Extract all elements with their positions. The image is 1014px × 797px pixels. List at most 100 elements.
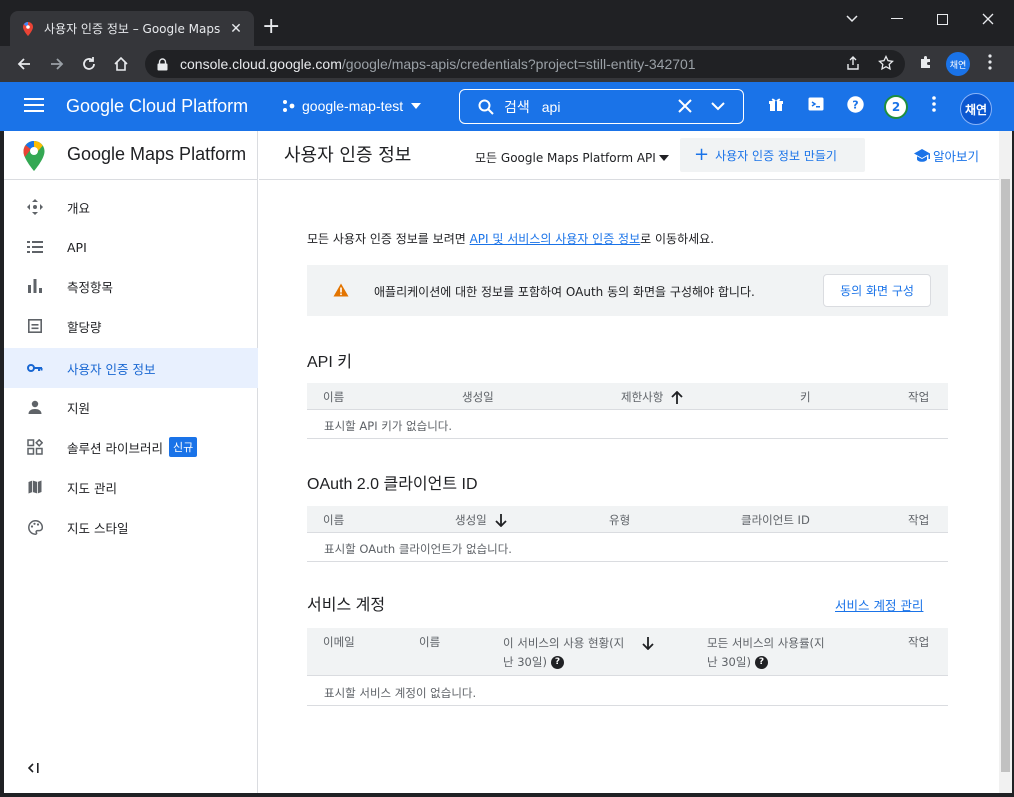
hamburger-menu-icon[interactable] <box>24 97 44 116</box>
service-accounts-title: 서비스 계정 <box>307 597 386 614</box>
page-body: Google Maps Platform 개요 API 측정항목 할당량 사용자… <box>4 131 999 793</box>
warning-icon <box>333 283 349 297</box>
column-header-restrictions[interactable]: 제한사항 <box>621 389 683 405</box>
close-window-button[interactable] <box>968 6 1008 32</box>
api-keys-table-header: 이름 생성일 제한사항 키 작업 <box>307 383 948 410</box>
intro-text: 모든 사용자 인증 정보를 보려면 API 및 서비스의 사용자 인증 정보로 … <box>307 230 714 247</box>
notifications-badge[interactable]: 2 <box>884 95 908 119</box>
oauth-title: OAuth 2.0 클라이언트 ID <box>307 476 478 493</box>
service-accounts-empty-row: 표시할 서비스 계정이 없습니다. <box>307 677 948 706</box>
column-header[interactable]: 이름 <box>323 512 344 528</box>
quota-icon <box>26 317 44 335</box>
column-header[interactable]: 생성일 <box>462 389 494 405</box>
more-options-kebab-icon[interactable] <box>932 96 936 112</box>
back-button[interactable] <box>12 52 36 76</box>
reload-button[interactable] <box>77 52 101 76</box>
sidebar-item-solutions-library[interactable]: 솔루션 라이브러리 신규 <box>4 427 258 467</box>
project-icon <box>282 99 296 113</box>
address-bar[interactable]: console.cloud.google.com/google/maps-api… <box>145 50 905 78</box>
create-credentials-button[interactable]: + 사용자 인증 정보 만들기 <box>680 138 865 172</box>
new-tab-button[interactable]: + <box>262 16 280 38</box>
search-icon <box>478 99 494 115</box>
tab-search-icon[interactable] <box>832 6 872 32</box>
tab-close-icon[interactable]: ✕ <box>228 21 244 37</box>
sidebar: Google Maps Platform 개요 API 측정항목 할당량 사용자… <box>4 131 258 793</box>
forward-button[interactable] <box>45 52 69 76</box>
column-header[interactable]: 이름 <box>419 634 440 650</box>
plus-icon: + <box>694 144 710 165</box>
intro-prefix: 모든 사용자 인증 정보를 보려면 <box>307 232 470 246</box>
column-header[interactable]: 이름 <box>323 389 344 405</box>
sidebar-item-support[interactable]: 지원 <box>4 387 258 427</box>
palette-icon <box>26 518 44 536</box>
sidebar-item-credentials[interactable]: 사용자 인증 정보 <box>4 348 258 388</box>
api-keys-title: API 키 <box>307 354 352 371</box>
page-scrollbar[interactable] <box>999 131 1012 793</box>
learn-more-link[interactable]: 알아보기 <box>914 146 979 165</box>
extensions-puzzle-icon[interactable] <box>916 52 936 72</box>
sidebar-item-map-management[interactable]: 지도 관리 <box>4 467 258 507</box>
api-filter-label: 모든 Google Maps Platform API <box>475 151 656 165</box>
search-value: api <box>541 98 561 115</box>
solutions-icon <box>26 438 44 456</box>
sidebar-item-map-styles[interactable]: 지도 스타일 <box>4 507 258 547</box>
minimize-button[interactable] <box>877 6 917 32</box>
column-header-usage-this-service[interactable]: 이 서비스의 사용 현황(지 난 30일)? <box>503 634 654 672</box>
warning-text: 애플리케이션에 대한 정보를 포함하여 OAuth 동의 화면을 구성해야 합니… <box>374 285 755 299</box>
oauth-empty-row: 표시할 OAuth 클라이언트가 없습니다. <box>307 533 948 562</box>
share-icon[interactable] <box>845 55 861 71</box>
column-header-label: 생성일 <box>455 513 487 527</box>
search-input[interactable]: 검색 api <box>459 89 744 124</box>
help-icon[interactable]: ? <box>847 96 864 113</box>
column-header: 작업 <box>908 513 930 527</box>
clear-search-icon[interactable] <box>678 99 692 113</box>
column-header-created[interactable]: 생성일 <box>455 512 507 528</box>
browser-tab[interactable]: 사용자 인증 정보 – Google Maps ✕ <box>10 11 254 46</box>
column-header[interactable]: 이메일 <box>323 634 355 650</box>
bookmark-star-icon[interactable] <box>878 55 894 71</box>
tab-title: 사용자 인증 정보 – Google Maps <box>44 22 221 36</box>
svg-text:?: ? <box>852 99 858 112</box>
configure-consent-screen-button[interactable]: 동의 화면 구성 <box>823 274 931 307</box>
column-header-label: 모든 서비스의 사용률(지 <box>707 636 825 650</box>
sort-descending-icon <box>642 637 654 650</box>
browser-toolbar: console.cloud.google.com/google/maps-api… <box>0 46 1014 82</box>
column-header[interactable]: 유형 <box>609 512 630 528</box>
sidebar-item-overview[interactable]: 개요 <box>4 187 258 227</box>
map-icon <box>26 478 44 496</box>
sidebar-item-label: API <box>67 239 87 255</box>
gcp-title[interactable]: Google Cloud Platform <box>66 96 248 117</box>
browser-menu-kebab-icon[interactable] <box>982 52 998 72</box>
cloud-shell-icon[interactable] <box>808 96 824 112</box>
column-header-label: 이 서비스의 사용 현황(지 <box>503 636 625 650</box>
column-header[interactable]: 클라이언트 ID <box>741 512 810 528</box>
lock-icon[interactable] <box>157 57 168 71</box>
url-host: console.cloud.google.com <box>180 56 342 72</box>
collapse-sidebar-icon[interactable] <box>28 763 40 773</box>
gift-icon[interactable] <box>768 96 784 112</box>
empty-message: 표시할 서비스 계정이 없습니다. <box>324 686 477 700</box>
column-header[interactable]: 키 <box>800 389 811 405</box>
overview-icon <box>26 198 44 216</box>
sidebar-item-quota[interactable]: 할당량 <box>4 306 258 346</box>
account-avatar[interactable]: 채연 <box>960 93 992 125</box>
product-name: Google Maps Platform <box>67 144 247 164</box>
manage-service-accounts-link[interactable]: 서비스 계정 관리 <box>835 595 923 614</box>
home-button[interactable] <box>109 52 133 76</box>
scrollbar-thumb[interactable] <box>1001 179 1010 772</box>
sidebar-item-metrics[interactable]: 측정항목 <box>4 266 258 306</box>
browser-profile-avatar[interactable]: 채연 <box>946 52 970 76</box>
column-header: 작업 <box>908 390 930 404</box>
help-question-icon[interactable]: ? <box>754 656 768 669</box>
api-services-credentials-link[interactable]: API 및 서비스의 사용자 인증 정보 <box>470 232 641 246</box>
sidebar-item-label: 지원 <box>67 400 91 416</box>
expand-search-icon[interactable] <box>710 99 726 113</box>
help-question-icon[interactable]: ? <box>550 656 564 669</box>
sidebar-item-api[interactable]: API <box>4 227 258 267</box>
project-picker[interactable]: google-map-test <box>282 98 422 114</box>
sidebar-item-label: 지도 관리 <box>67 480 117 496</box>
api-filter-dropdown[interactable]: 모든 Google Maps Platform API <box>475 149 669 166</box>
column-header-usage-all-services[interactable]: 모든 서비스의 사용률(지 난 30일)? <box>707 634 825 672</box>
maximize-button[interactable] <box>922 6 962 32</box>
oauth-table-header: 이름 생성일 유형 클라이언트 ID 작업 <box>307 506 948 533</box>
